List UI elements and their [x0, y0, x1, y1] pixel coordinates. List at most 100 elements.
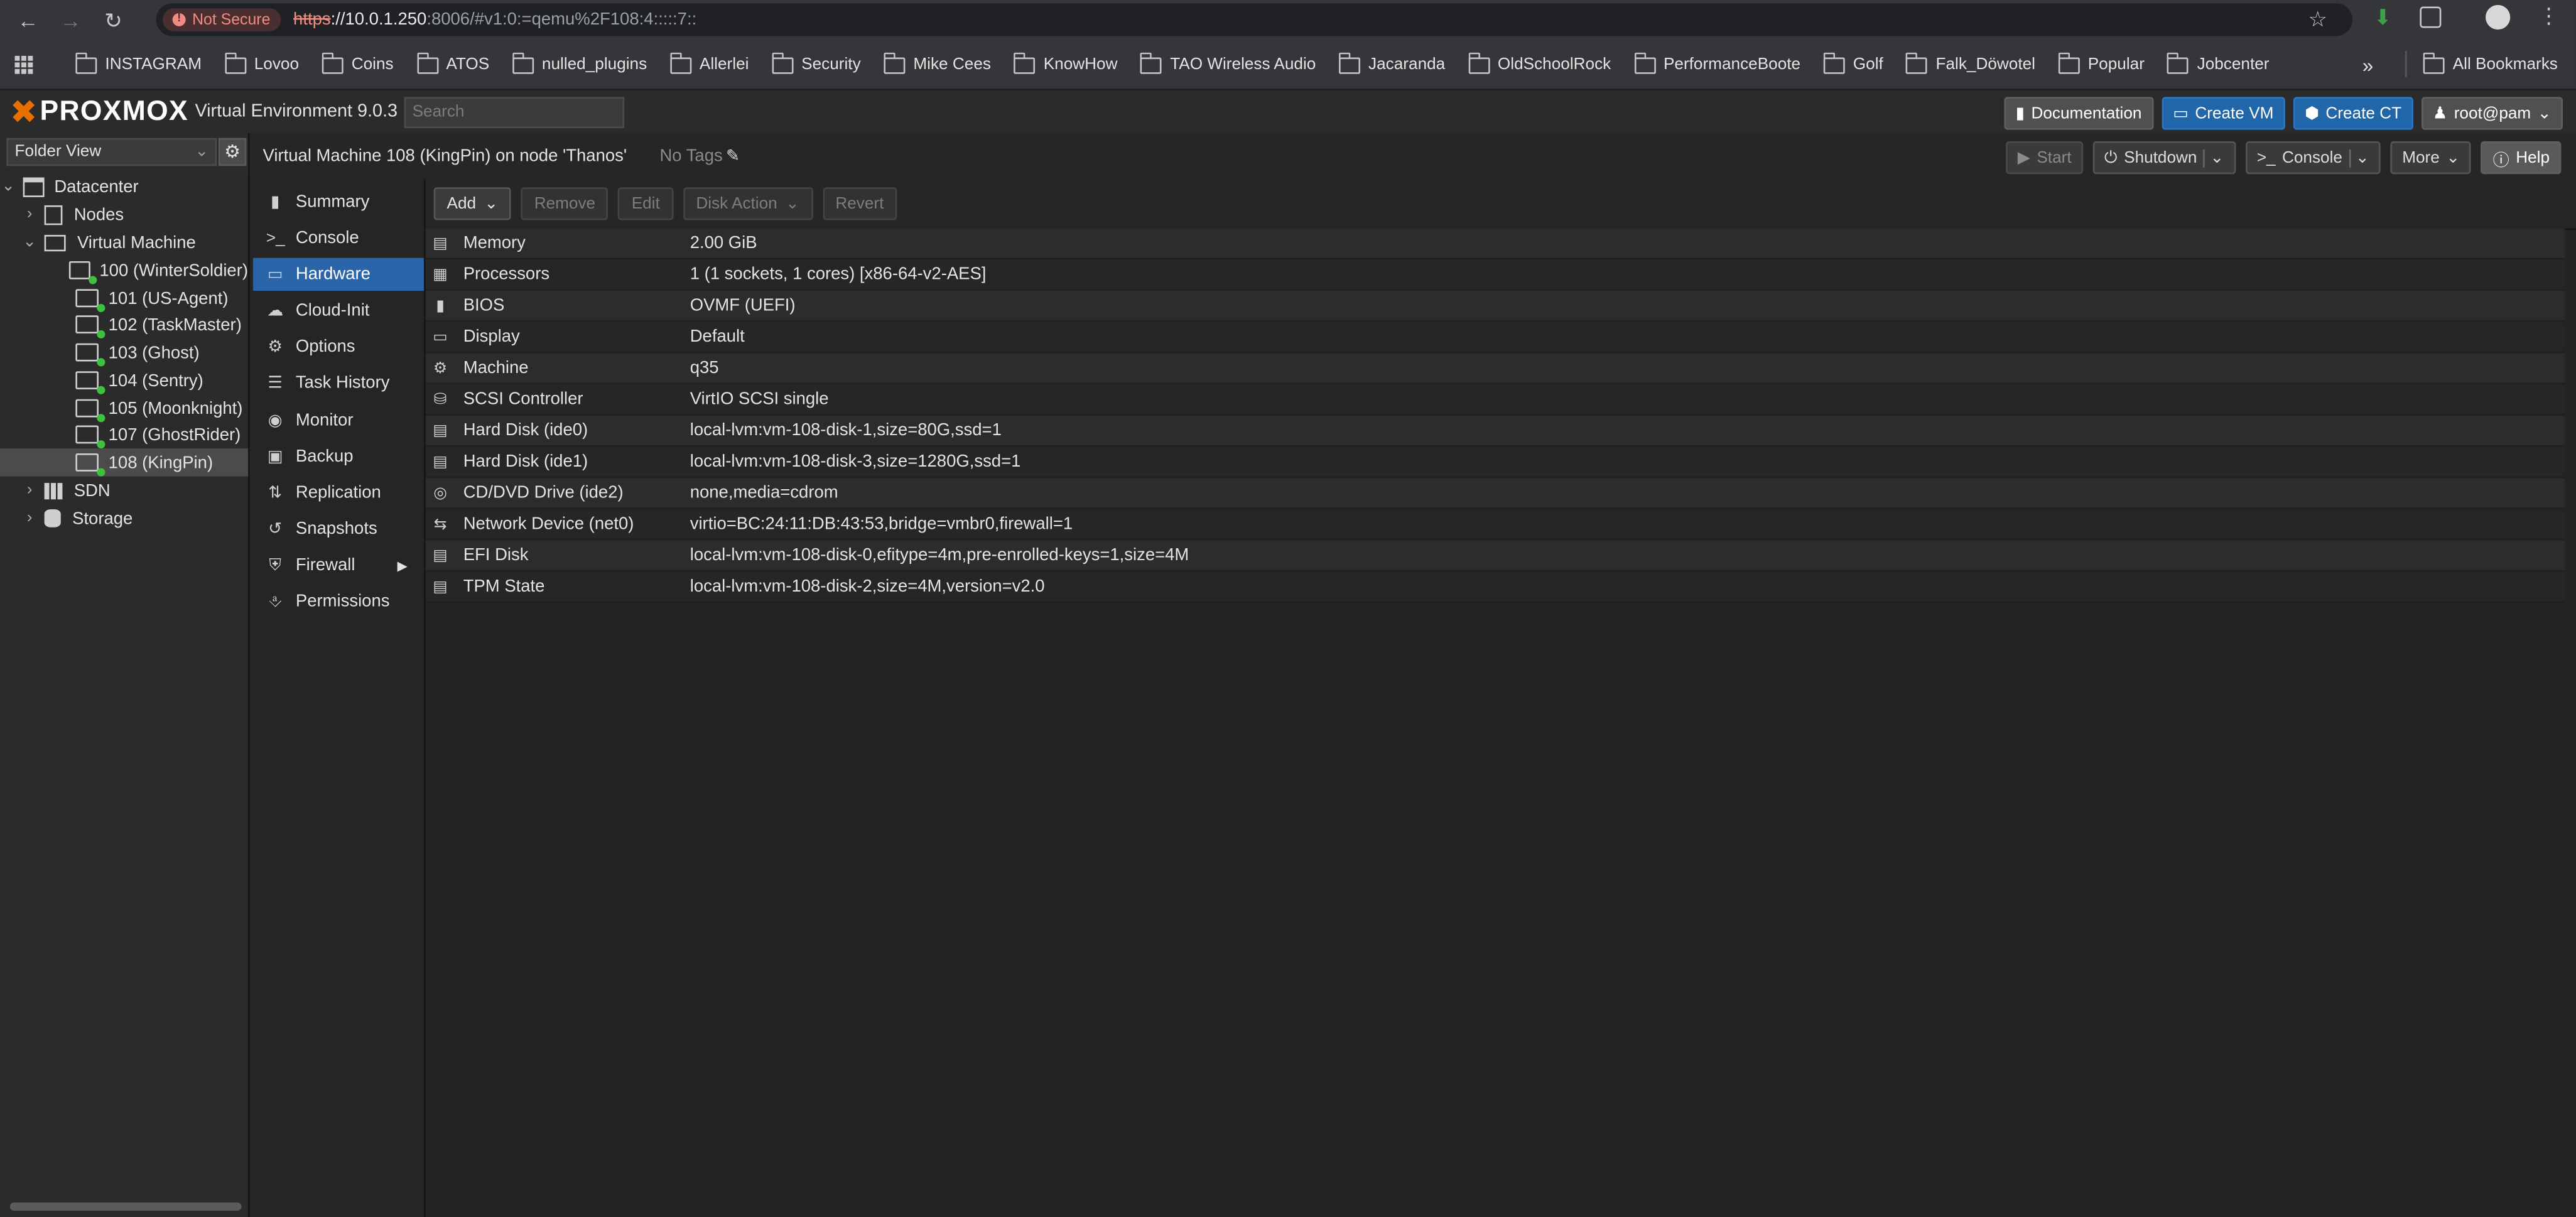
- start-button[interactable]: ▶ Start: [2006, 141, 2083, 175]
- expander-icon[interactable]: ›: [21, 205, 38, 224]
- menu-item-snapshots[interactable]: ↺ Snapshots: [253, 512, 424, 545]
- expander-icon[interactable]: ⌄: [0, 178, 16, 196]
- hardware-row[interactable]: ⇆ Network Device (net0) virtio=BC:24:11:DB…: [425, 509, 2565, 541]
- add-button[interactable]: Add ⌄: [433, 187, 512, 220]
- hardware-row[interactable]: ▮ BIOS OVMF (UEFI): [425, 291, 2565, 322]
- forward-icon[interactable]: →: [56, 6, 85, 35]
- bookmark-item[interactable]: Jacaranda: [1338, 51, 1445, 74]
- menu-item-backup[interactable]: ▣ Backup: [253, 440, 424, 473]
- bookmark-item[interactable]: nulled_plugins: [512, 51, 647, 74]
- menu-item-task-history[interactable]: ☰ Task History: [253, 366, 424, 399]
- bookmark-item[interactable]: Jobcenter: [2167, 51, 2270, 74]
- tree-item[interactable]: ⌄ Datacenter: [0, 173, 248, 200]
- view-select[interactable]: Folder View ⌄: [6, 138, 217, 166]
- apps-grid-icon[interactable]: [14, 55, 33, 74]
- menu-item-options[interactable]: ⚙ Options: [253, 330, 424, 363]
- menu-item-permissions[interactable]: ⎀ Permissions: [253, 585, 424, 617]
- bookmark-item[interactable]: Falk_Döwotel: [1906, 51, 2035, 74]
- menu-item-firewall[interactable]: ⛨ Firewall ▶: [253, 549, 424, 581]
- address-bar[interactable]: ! Not Secure https://10.0.1.250:8006/#v1…: [156, 3, 2353, 36]
- tree-item[interactable]: › Nodes: [0, 200, 248, 228]
- search-input[interactable]: Search: [404, 96, 625, 127]
- documentation-button[interactable]: ▮ Documentation: [2004, 97, 2153, 130]
- bookmark-item[interactable]: Security: [772, 51, 861, 74]
- bookmark-item[interactable]: INSTAGRAM: [75, 51, 202, 74]
- shutdown-button[interactable]: ⏻ Shutdown ⌄: [2092, 141, 2236, 175]
- menu-item-label: Snapshots: [295, 519, 377, 539]
- hardware-row[interactable]: ▭ Display Default: [425, 322, 2565, 354]
- star-icon[interactable]: ☆: [2308, 6, 2327, 33]
- bookmark-item[interactable]: ATOS: [416, 51, 489, 74]
- all-bookmarks-button[interactable]: All Bookmarks: [2423, 51, 2558, 74]
- revert-button[interactable]: Revert: [822, 187, 897, 220]
- tree-scrollbar[interactable]: [9, 1202, 242, 1211]
- tree-item[interactable]: 102 (TaskMaster): [0, 310, 248, 338]
- help-button[interactable]: ⓘ Help: [2481, 141, 2562, 175]
- hardware-row[interactable]: ⚙ Machine q35: [425, 353, 2565, 385]
- remove-button[interactable]: Remove: [521, 187, 609, 220]
- tree-item[interactable]: 103 (Ghost): [0, 338, 248, 367]
- tree-item[interactable]: 108 (KingPin): [0, 448, 249, 477]
- chrome-menu-icon[interactable]: ⋮: [2538, 3, 2560, 30]
- edit-button[interactable]: Edit: [618, 187, 673, 220]
- menu-item-monitor[interactable]: ◉ Monitor: [253, 404, 424, 437]
- hardware-row[interactable]: ▦ Processors 1 (1 sockets, 1 cores) [x86-6…: [425, 259, 2565, 291]
- create-ct-button[interactable]: ⬢ Create CT: [2293, 97, 2413, 130]
- profile-avatar[interactable]: [2486, 4, 2511, 30]
- expander-icon[interactable]: ⌄: [21, 233, 38, 251]
- bookmark-item[interactable]: Lovoo: [224, 51, 299, 74]
- hardware-row[interactable]: ▤ EFI Disk local-lvm:vm-108-disk-0,efitype…: [425, 540, 2565, 572]
- menu-item-summary[interactable]: ▮ Summary: [253, 186, 424, 219]
- hardware-row[interactable]: ▤ Hard Disk (ide0) local-lvm:vm-108-disk-1…: [425, 415, 2565, 447]
- url-text[interactable]: https://10.0.1.250:8006/#v1:0:=qemu%2F10…: [293, 10, 696, 30]
- tree-item[interactable]: 105 (Moonknight): [0, 394, 248, 423]
- resource-tree: Folder View ⌄ ⚙ ⌄ Datacenter › Nodes ⌄ Virtual…: [0, 133, 250, 1217]
- expander-icon[interactable]: ›: [21, 509, 38, 527]
- warning-icon: !: [172, 13, 186, 26]
- tree-settings-gear-icon[interactable]: ⚙: [218, 138, 247, 166]
- menu-item-replication[interactable]: ⇅ Replication: [253, 477, 424, 509]
- terminal-icon: >_: [266, 229, 285, 247]
- hardware-row[interactable]: ▤ Memory 2.00 GiB: [425, 228, 2565, 260]
- hardware-row[interactable]: ▤ Hard Disk (ide1) local-lvm:vm-108-disk-3…: [425, 446, 2565, 479]
- download-icon[interactable]: ⬇: [2374, 5, 2392, 31]
- menu-item-cloud-init[interactable]: ☁ Cloud-Init: [253, 294, 424, 327]
- menu-item-hardware[interactable]: ▭ Hardware: [252, 257, 424, 291]
- bookmark-item[interactable]: Popular: [2058, 51, 2145, 74]
- more-button[interactable]: More ⌄: [2390, 141, 2472, 175]
- not-secure-chip[interactable]: ! Not Secure: [162, 8, 281, 31]
- user-menu-button[interactable]: ♟ root@pam ⌄: [2421, 97, 2563, 130]
- hardware-row[interactable]: ◎ CD/DVD Drive (ide2) none,media=cdrom: [425, 478, 2565, 509]
- bookmark-item[interactable]: OldSchoolRock: [1468, 51, 1611, 74]
- expander-icon[interactable]: ›: [21, 481, 38, 499]
- bookmark-item[interactable]: Allerlei: [669, 51, 749, 74]
- reload-icon[interactable]: ↻: [99, 6, 128, 35]
- bookmark-item[interactable]: Golf: [1823, 51, 1883, 74]
- console-button[interactable]: >_ Console ⌄: [2245, 141, 2381, 175]
- bookmark-item[interactable]: Coins: [322, 51, 394, 74]
- tree-item[interactable]: 100 (WinterSoldier): [0, 256, 248, 284]
- user-icon: ♟: [2432, 104, 2448, 122]
- bookmark-item[interactable]: Mike Cees: [884, 51, 991, 74]
- disk-action-button[interactable]: Disk Action ⌄: [683, 187, 813, 220]
- back-icon[interactable]: ←: [13, 6, 43, 35]
- hardware-row[interactable]: ▤ TPM State local-lvm:vm-108-disk-2,size=4…: [425, 571, 2565, 603]
- bookmark-item[interactable]: TAO Wireless Audio: [1140, 51, 1316, 74]
- extensions-icon[interactable]: [2420, 6, 2442, 28]
- create-vm-button[interactable]: ▭ Create VM: [2161, 97, 2285, 130]
- tree-item[interactable]: ⌄ Virtual Machine: [0, 229, 248, 256]
- more-bookmarks-icon[interactable]: »: [2362, 54, 2373, 77]
- hardware-row[interactable]: ⛁ SCSI Controller VirtIO SCSI single: [425, 384, 2565, 416]
- tree-item[interactable]: 104 (Sentry): [0, 366, 248, 394]
- hardware-name: BIOS: [463, 295, 505, 316]
- tree-item[interactable]: 107 (GhostRider): [0, 421, 248, 449]
- bookmark-item[interactable]: KnowHow: [1014, 51, 1117, 74]
- edit-tags-pencil-icon[interactable]: ✎: [726, 147, 740, 165]
- folder-icon: [1633, 51, 1655, 73]
- tree-item[interactable]: 101 (US-Agent): [0, 284, 248, 313]
- tree-item[interactable]: › SDN: [0, 477, 248, 504]
- bookmark-item[interactable]: PerformanceBoote: [1633, 51, 1800, 74]
- menu-item-console[interactable]: >_ Console: [253, 222, 424, 254]
- tree-item[interactable]: › Storage: [0, 504, 248, 532]
- hardware-name: Display: [463, 327, 520, 347]
